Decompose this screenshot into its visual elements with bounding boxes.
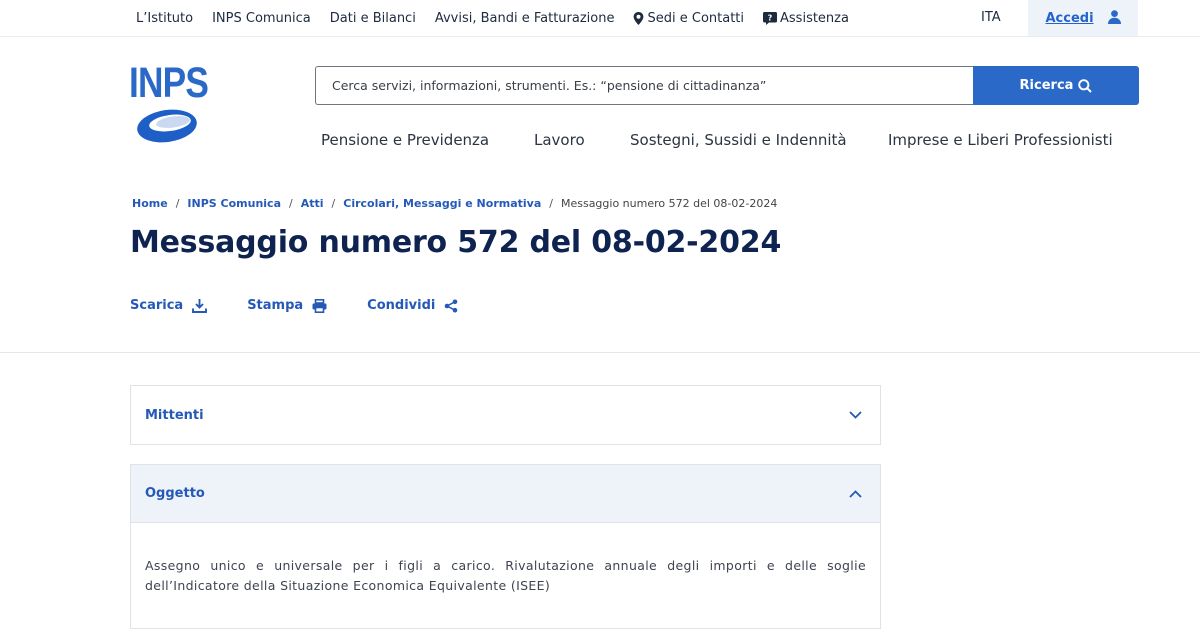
breadcrumb-separator: / bbox=[549, 197, 553, 210]
top-link-avvisi-bandi[interactable]: Avvisi, Bandi e Fatturazione bbox=[435, 11, 615, 26]
breadcrumb-inps-comunica[interactable]: INPS Comunica bbox=[187, 197, 281, 210]
login-button[interactable]: Accedi bbox=[1028, 0, 1138, 36]
download-icon bbox=[192, 298, 208, 313]
chevron-down-icon bbox=[849, 411, 862, 419]
download-button[interactable]: Scarica bbox=[130, 298, 208, 313]
breadcrumb-separator: / bbox=[331, 197, 336, 210]
page-title: Messaggio numero 572 del 08-02-2024 bbox=[130, 225, 782, 260]
nav-sostegni-sussidi[interactable]: Sostegni, Sussidi e Indennità bbox=[630, 131, 847, 149]
breadcrumb-home[interactable]: Home bbox=[132, 197, 168, 210]
accordion-mittenti-header[interactable]: Mittenti bbox=[131, 386, 880, 444]
search-button[interactable]: Ricerca bbox=[973, 66, 1139, 105]
breadcrumb: Home / INPS Comunica / Atti / Circolari,… bbox=[132, 197, 777, 210]
breadcrumb-atti[interactable]: Atti bbox=[301, 197, 324, 210]
search-icon bbox=[1078, 78, 1093, 93]
top-link-inps-comunica[interactable]: INPS Comunica bbox=[212, 11, 311, 26]
print-label: Stampa bbox=[247, 298, 304, 313]
share-icon bbox=[445, 299, 458, 312]
nav-pensione-previdenza[interactable]: Pensione e Previdenza bbox=[321, 131, 489, 149]
breadcrumb-separator: / bbox=[289, 197, 293, 210]
help-chat-icon: ? bbox=[763, 11, 778, 25]
top-link-assistenza[interactable]: ? Assistenza bbox=[763, 11, 849, 26]
accordion-oggetto: Oggetto Assegno unico e universale per i… bbox=[130, 464, 881, 629]
top-utility-bar: L’Istituto INPS Comunica Dati e Bilanci … bbox=[0, 0, 1200, 37]
user-icon bbox=[1107, 9, 1121, 28]
svg-text:?: ? bbox=[768, 13, 773, 22]
section-divider bbox=[0, 352, 1200, 353]
breadcrumb-circolari[interactable]: Circolari, Messaggi e Normativa bbox=[343, 197, 541, 210]
breadcrumb-separator: / bbox=[175, 197, 180, 210]
accordion-oggetto-title: Oggetto bbox=[145, 486, 205, 501]
nav-imprese-professionisti[interactable]: Imprese e Liberi Professionisti bbox=[888, 131, 1113, 149]
nav-lavoro[interactable]: Lavoro bbox=[534, 131, 585, 149]
accordion-oggetto-header[interactable]: Oggetto bbox=[131, 465, 880, 523]
top-links: L’Istituto INPS Comunica Dati e Bilanci … bbox=[136, 0, 868, 36]
login-label: Accedi bbox=[1045, 10, 1094, 26]
location-pin-icon bbox=[633, 11, 644, 25]
language-selector[interactable]: ITA bbox=[981, 10, 1001, 25]
print-button[interactable]: Stampa bbox=[247, 298, 327, 313]
search-button-label: Ricerca bbox=[1019, 78, 1074, 93]
top-link-dati-bilanci[interactable]: Dati e Bilanci bbox=[330, 11, 416, 26]
search-input[interactable] bbox=[315, 66, 973, 105]
top-link-sedi-contatti[interactable]: Sedi e Contatti bbox=[633, 11, 744, 26]
printer-icon bbox=[312, 298, 327, 313]
sedi-contatti-label: Sedi e Contatti bbox=[647, 10, 745, 26]
chevron-up-icon bbox=[849, 489, 862, 498]
accordion-mittenti: Mittenti bbox=[130, 385, 881, 445]
inps-logo[interactable]: INPS bbox=[129, 62, 209, 146]
logo-swoosh-icon bbox=[137, 109, 197, 143]
search-bar: Ricerca bbox=[315, 66, 1139, 105]
accordion-mittenti-title: Mittenti bbox=[145, 407, 204, 423]
page-actions: Scarica Stampa Condividi bbox=[130, 298, 498, 313]
assistenza-label: Assistenza bbox=[780, 10, 849, 26]
breadcrumb-current: Messaggio numero 572 del 08-02-2024 bbox=[560, 197, 778, 210]
accordion-oggetto-body: Assegno unico e universale per i figli a… bbox=[145, 558, 866, 593]
share-button[interactable]: Condividi bbox=[367, 298, 458, 313]
top-link-istituto[interactable]: L’Istituto bbox=[136, 11, 193, 26]
download-label: Scarica bbox=[130, 298, 184, 313]
share-label: Condividi bbox=[367, 298, 436, 313]
logo-wordmark: INPS bbox=[129, 59, 209, 107]
